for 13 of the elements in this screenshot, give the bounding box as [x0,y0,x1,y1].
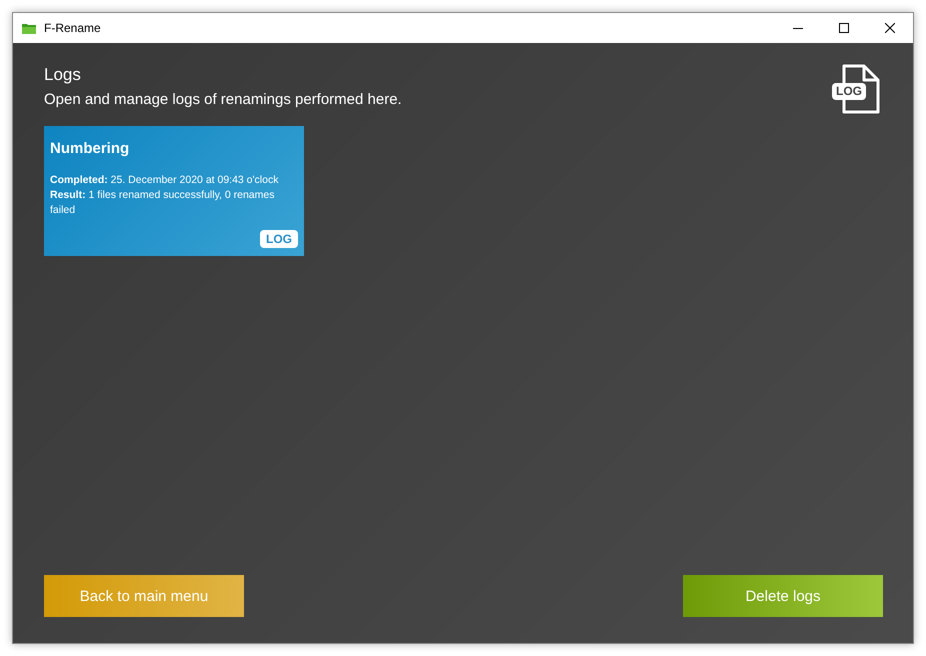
completed-text: Completed: 25. December 2020 at 09:43 o'clock [50,173,280,188]
page-title: Logs [44,65,82,85]
result-text: Result: 1 files renamed successfully, 0 renames failed [50,188,276,218]
close-icon [885,23,895,33]
log-title: Numbering [50,140,130,157]
window-title: F-Rename [44,21,102,35]
maximize-icon [839,23,849,33]
page-subtitle: Open and manage logs of renamings performed here. [44,91,402,108]
back-button[interactable]: Back to main menu [44,575,244,617]
log-badge: LOG [260,230,298,248]
app-icon [22,22,36,34]
delete-logs-button[interactable]: Delete logs [683,575,883,617]
log-card[interactable]: Numbering Completed: 25. December 2020 at 09:43 o'clock Result: 1 files renamed successfully, 0 renames failed LOG [44,126,304,256]
